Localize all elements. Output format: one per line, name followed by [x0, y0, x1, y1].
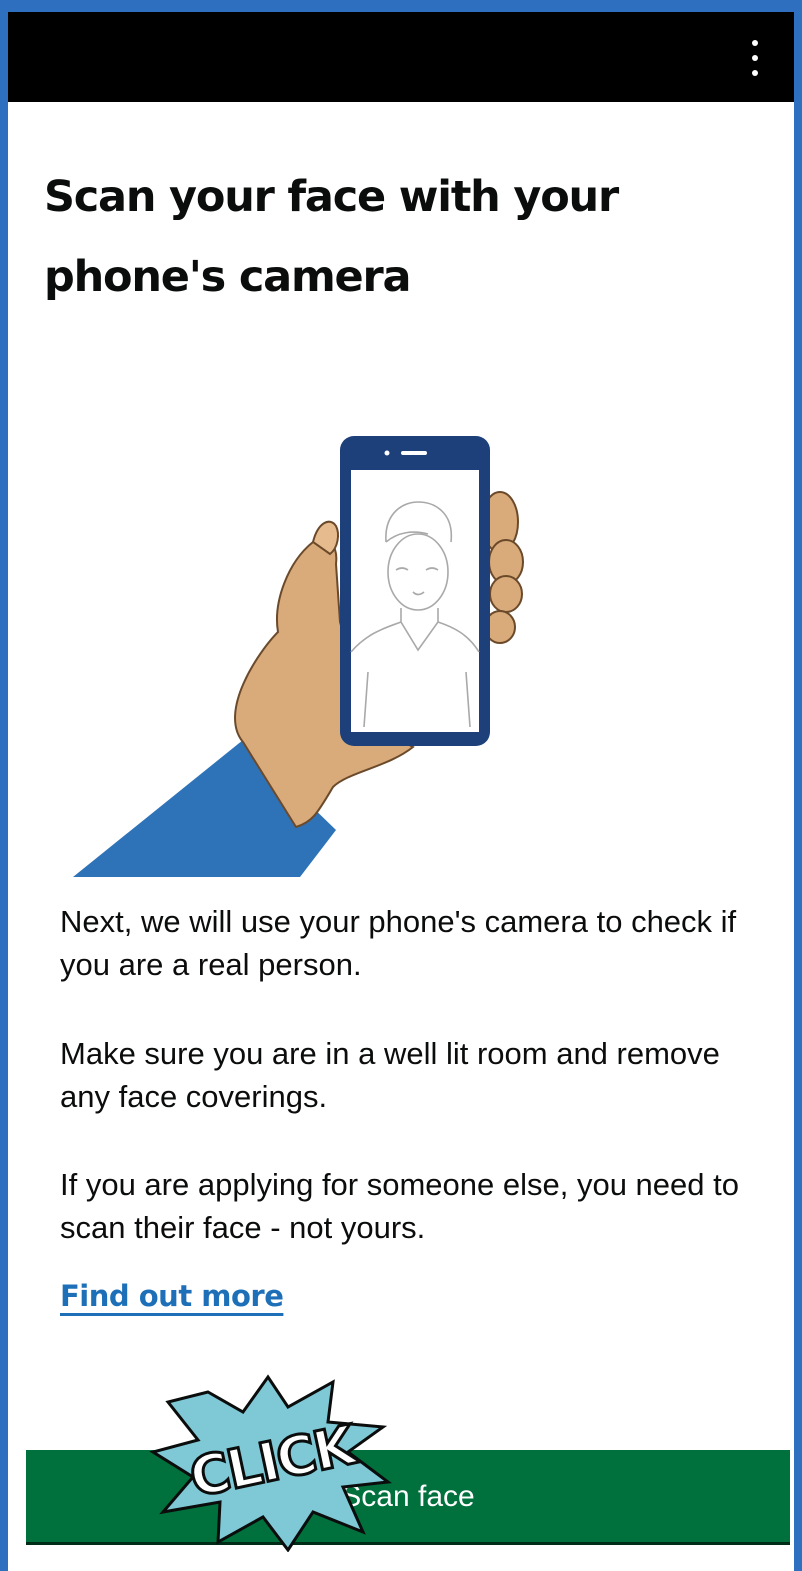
page-title: Scan your face with your phone's camera: [44, 172, 619, 302]
find-out-more-link[interactable]: Find out more: [60, 1279, 284, 1313]
app-screen: Scan your face with your phone's camera: [8, 12, 794, 1571]
someone-else-paragraph: If you are applying for someone else, yo…: [60, 1167, 739, 1245]
more-vert-icon[interactable]: [750, 40, 760, 76]
scan-face-button-label: Scan face: [341, 1480, 475, 1513]
intro-paragraph: Next, we will use your phone's camera to…: [60, 904, 737, 982]
lighting-paragraph: Make sure you are in a well lit room and…: [60, 1036, 720, 1114]
top-app-bar: [8, 12, 794, 102]
hand-holding-phone-illustration: [73, 436, 524, 877]
scan-face-button[interactable]: Scan face: [26, 1450, 790, 1542]
